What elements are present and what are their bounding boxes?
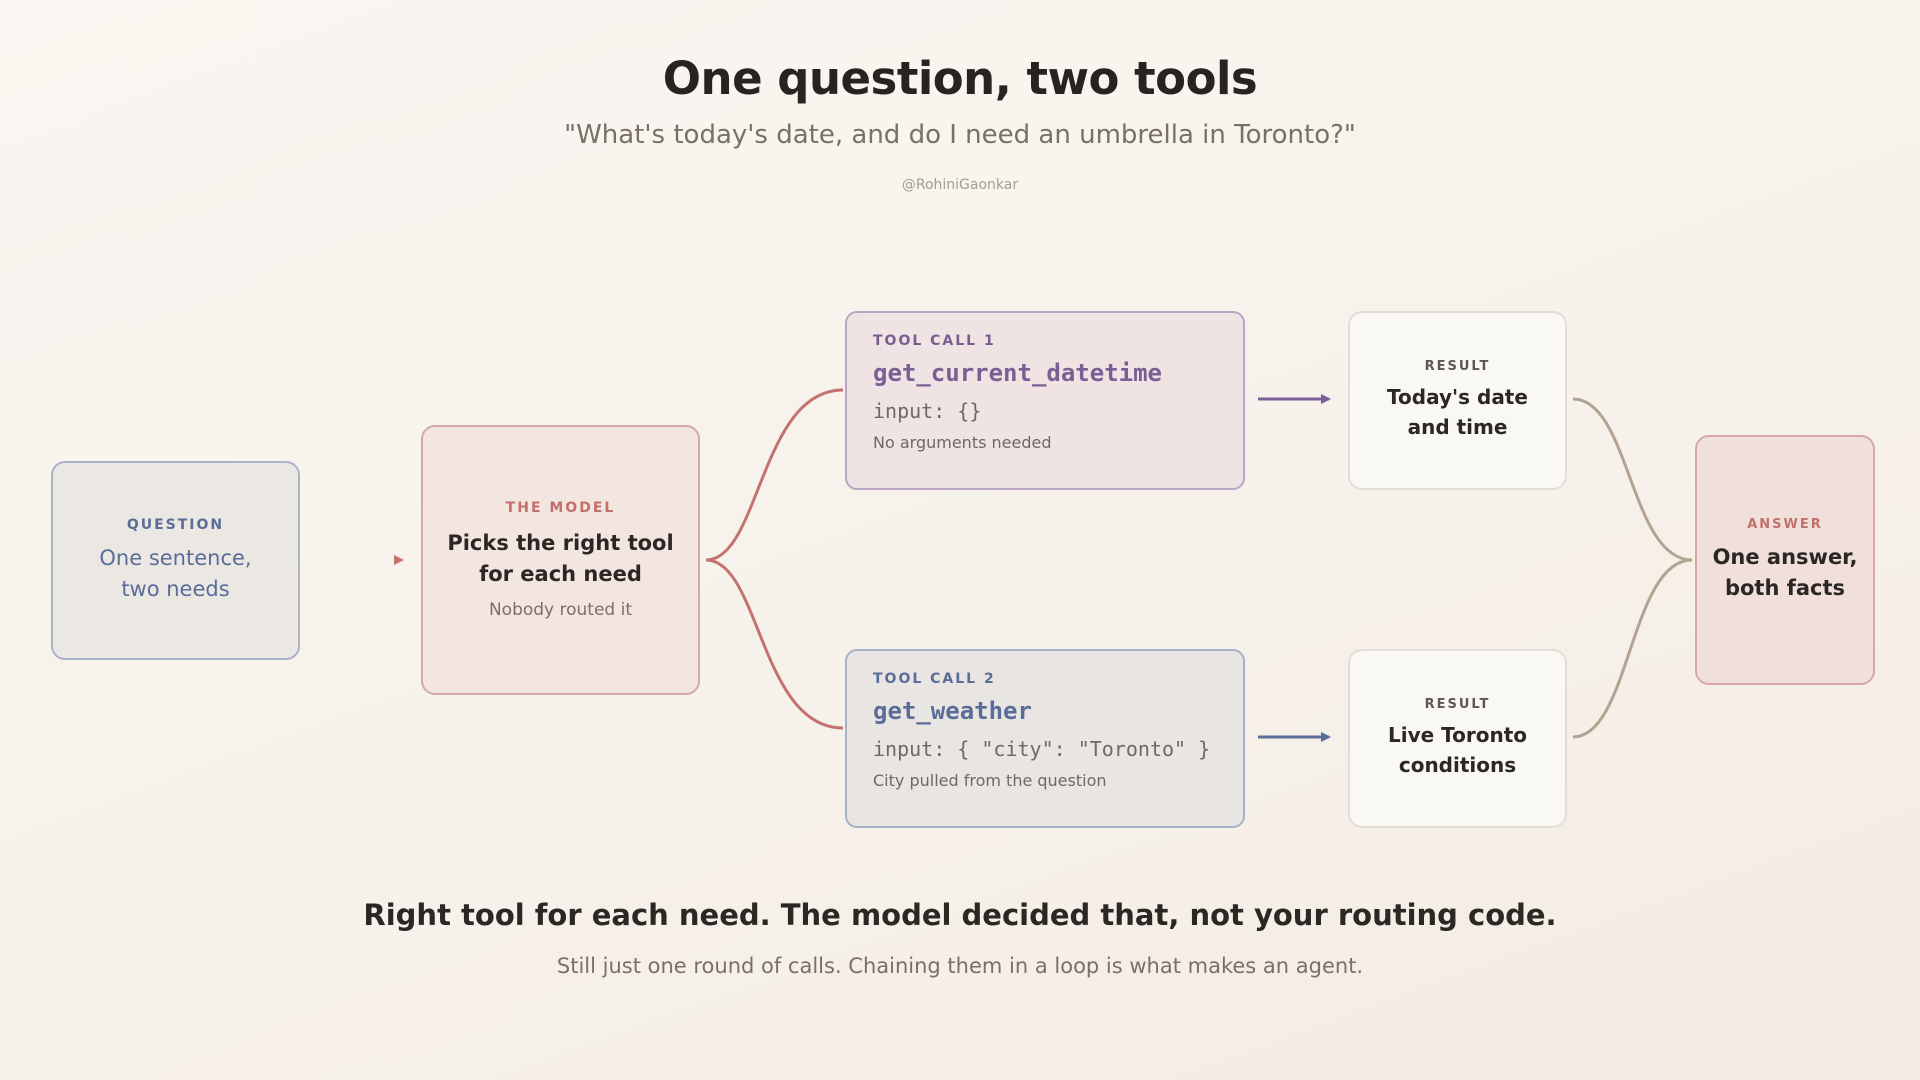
model-to-tool1-connector: [705, 388, 844, 562]
answer-line1: One answer,: [1712, 544, 1858, 569]
result2-line2: conditions: [1398, 753, 1517, 777]
tool2-input: input: { "city": "Toronto" }: [873, 737, 1211, 761]
tool1-kicker: TOOL CALL 1: [873, 333, 996, 349]
answer-line2: both facts: [1724, 575, 1846, 600]
footer-headline: Right tool for each need. The model deci…: [363, 898, 1557, 932]
result2-kicker: RESULT: [1424, 697, 1491, 712]
result1-kicker: RESULT: [1424, 359, 1491, 374]
tool2-note: City pulled from the question: [873, 771, 1107, 790]
question-node: QUESTION One sentence, two needs: [51, 461, 300, 660]
question-line1: One sentence,: [99, 545, 252, 570]
question-kicker: QUESTION: [126, 516, 225, 533]
tool1-function-name: get_current_datetime: [873, 359, 1162, 387]
result-2-node: RESULT Live Toronto conditions: [1348, 649, 1567, 828]
model-line1: Picks the right tool: [447, 531, 674, 555]
tool-call-1-node: TOOL CALL 1 get_current_datetime input: …: [845, 311, 1245, 490]
result1-line2: and time: [1407, 415, 1508, 439]
answer-node: ANSWER One answer, both facts: [1695, 435, 1875, 685]
model-note: Nobody routed it: [488, 600, 633, 620]
result2-line1: Live Toronto: [1387, 723, 1528, 747]
question-line2: two needs: [121, 576, 230, 601]
tool1-note: No arguments needed: [873, 433, 1052, 452]
result1-to-answer-connector: [1572, 397, 1693, 562]
tool2-kicker: TOOL CALL 2: [873, 671, 996, 687]
result-1-node: RESULT Today's date and time: [1348, 311, 1567, 490]
model-to-tool2-connector: [705, 558, 844, 730]
model-kicker: THE MODEL: [505, 500, 616, 516]
result1-line1: Today's date: [1387, 385, 1528, 409]
model-node: THE MODEL Picks the right tool for each …: [421, 425, 700, 695]
tool2-function-name: get_weather: [873, 697, 1032, 725]
tool1-input: input: {}: [873, 399, 982, 423]
tool-call-2-node: TOOL CALL 2 get_weather input: { "city":…: [845, 649, 1245, 828]
footer-subtext: Still just one round of calls. Chaining …: [556, 954, 1364, 978]
model-line2: for each need: [479, 562, 642, 586]
answer-kicker: ANSWER: [1747, 516, 1823, 532]
result2-to-answer-connector: [1572, 558, 1693, 739]
